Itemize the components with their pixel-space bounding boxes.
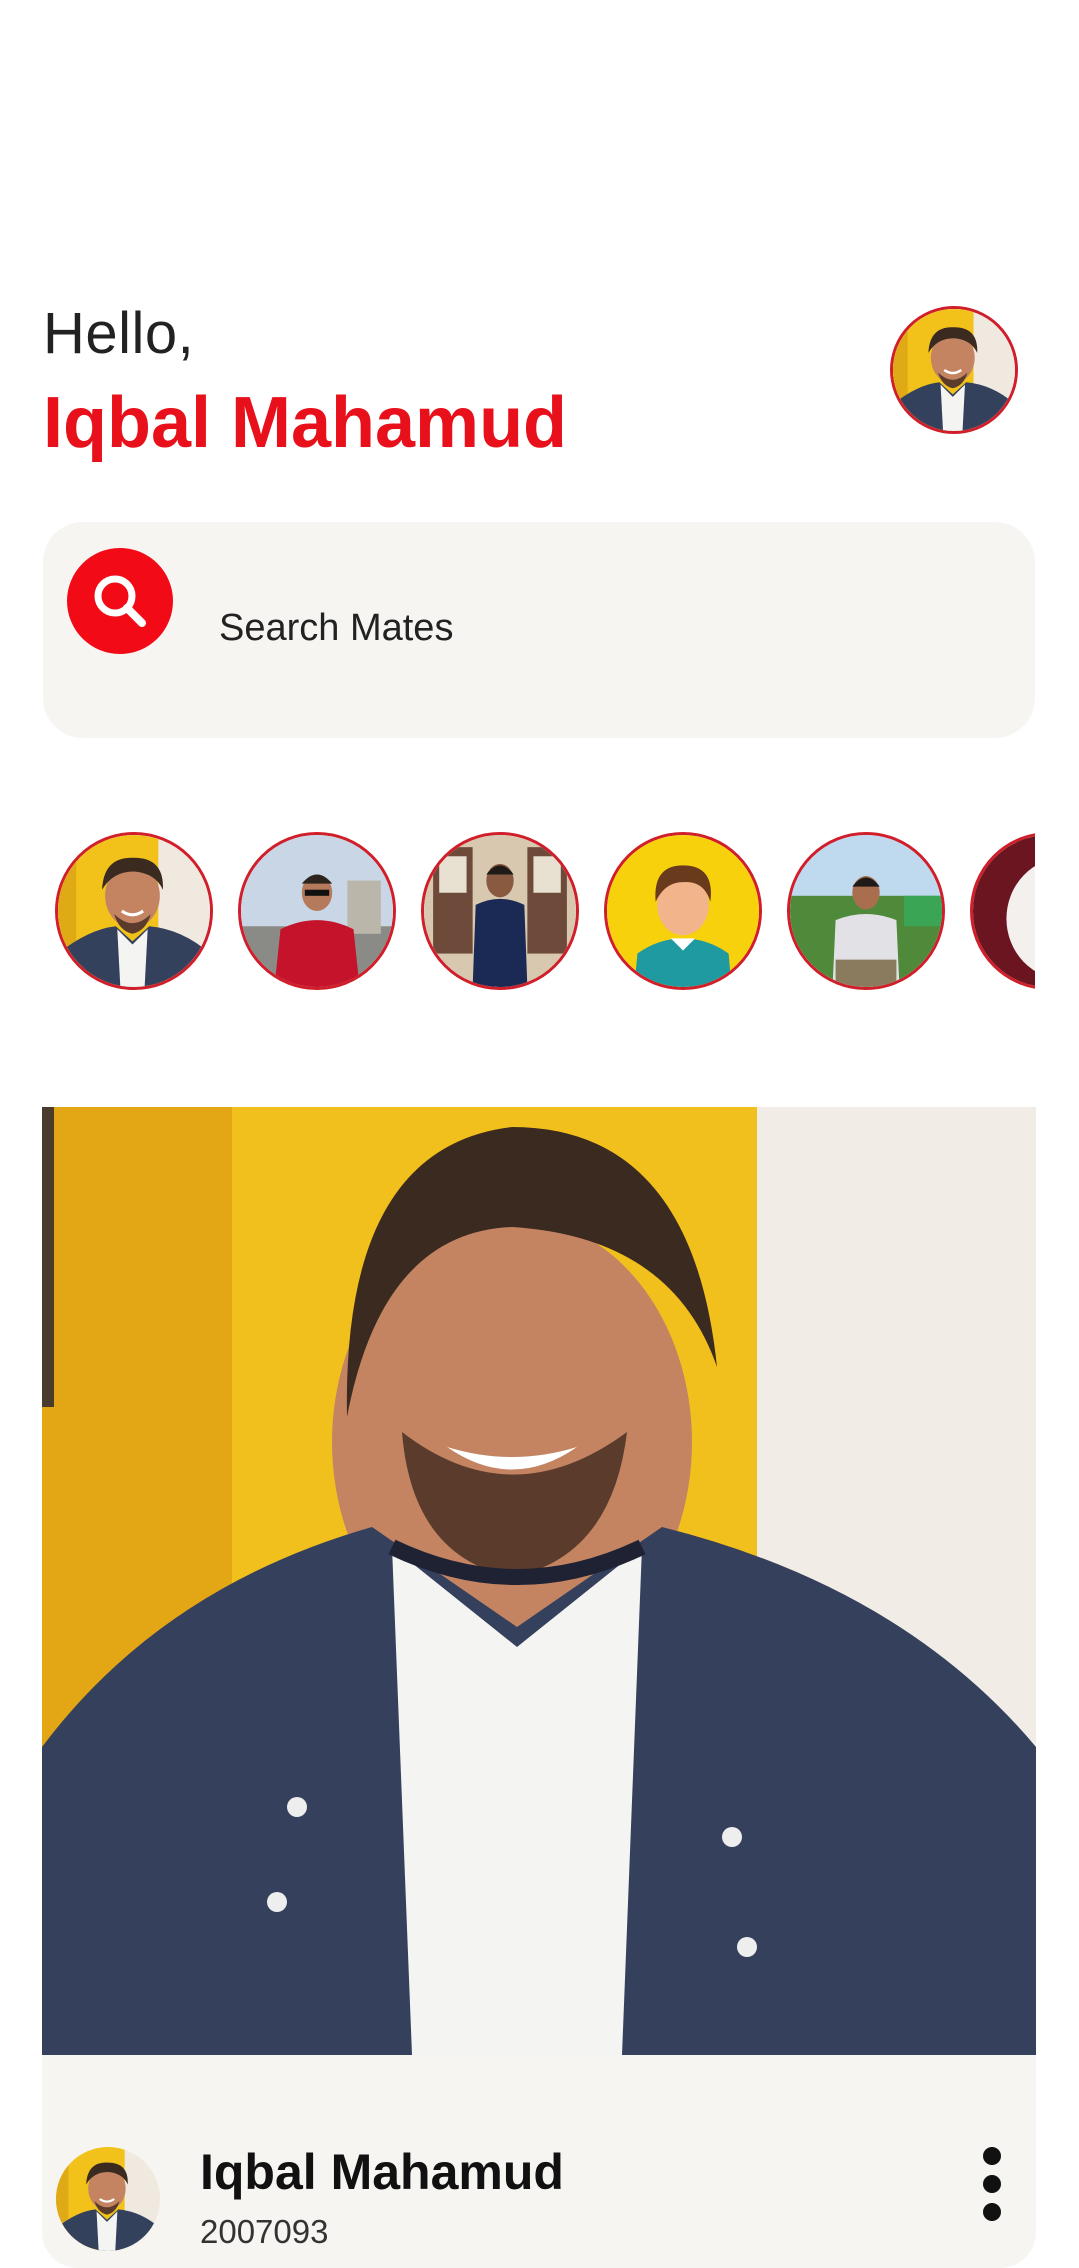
story-avatar-1[interactable] [55, 832, 213, 990]
search-bar[interactable]: Search Mates [43, 522, 1035, 738]
greeting-text: Hello, [43, 301, 195, 366]
post-image[interactable] [42, 1107, 1036, 2055]
story-avatar-4[interactable] [604, 832, 762, 990]
more-options-button[interactable] [978, 2147, 1006, 2221]
post-author-name[interactable]: Iqbal Mahamud [200, 2143, 564, 2201]
profile-avatar[interactable] [890, 306, 1018, 434]
search-button[interactable] [67, 548, 173, 654]
stories-row[interactable] [43, 830, 1035, 990]
author-photo [56, 2147, 160, 2251]
story-photo [58, 835, 210, 987]
story-photo [424, 835, 576, 987]
profile-photo [893, 309, 1015, 431]
search-placeholder[interactable]: Search Mates [219, 607, 453, 650]
search-icon [94, 575, 146, 627]
post-author-avatar[interactable] [56, 2147, 160, 2251]
story-avatar-2[interactable] [238, 832, 396, 990]
post-footer: Iqbal Mahamud 2007093 [42, 2055, 1036, 2268]
story-avatar-5[interactable] [787, 832, 945, 990]
post-photo [42, 1107, 1036, 2055]
story-avatar-3[interactable] [421, 832, 579, 990]
default-avatar-icon [607, 835, 759, 987]
story-photo [241, 835, 393, 987]
story-avatar-6[interactable] [970, 832, 1035, 990]
post-author-id: 2007093 [200, 2213, 329, 2250]
story-photo [973, 835, 1035, 987]
user-name: Iqbal Mahamud [43, 383, 568, 463]
story-photo [790, 835, 942, 987]
